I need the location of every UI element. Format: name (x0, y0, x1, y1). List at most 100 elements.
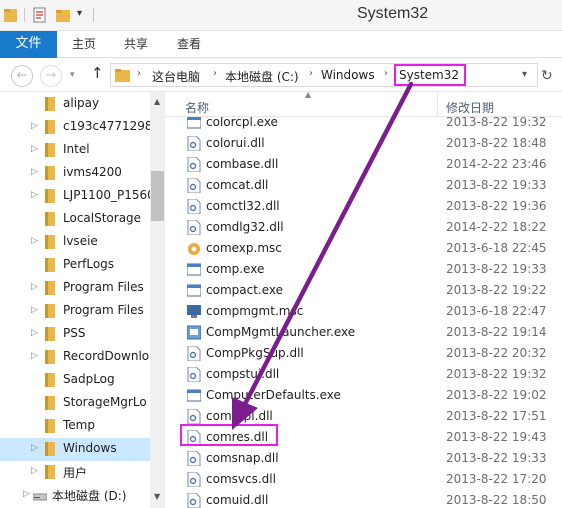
scroll-up-icon[interactable]: ▲ (154, 97, 160, 106)
refresh-icon[interactable]: ↻ (541, 68, 553, 84)
sidebar-item[interactable]: ▷ RecordDownlo (0, 346, 150, 369)
file-row[interactable]: CompPkgSup.dll 2013-8-22 20:32 (165, 343, 562, 364)
navigation-bar: ← → ▾ ↑ › 这台电脑 › 本地磁盘 (C:) › Windows › S… (0, 58, 562, 92)
up-arrow-icon[interactable]: ↑ (91, 64, 104, 82)
sidebar-item[interactable]: ▷ Program Files (0, 277, 150, 300)
folder-icon[interactable] (4, 7, 18, 23)
sidebar-item-label: PSS (63, 326, 86, 340)
drive-icon (33, 493, 47, 501)
tab-share[interactable]: 共享 (124, 31, 148, 58)
file-row[interactable]: comsnap.dll 2013-8-22 19:33 (165, 448, 562, 469)
exe-file-icon (187, 263, 201, 276)
breadcrumb-separator-icon[interactable]: › (384, 68, 388, 79)
breadcrumb-separator-icon[interactable]: › (213, 68, 217, 79)
file-row[interactable]: comsvcs.dll 2013-8-22 17:20 (165, 469, 562, 490)
expand-arrow-icon[interactable]: ▷ (31, 443, 38, 453)
folder-icon (45, 166, 55, 180)
file-row[interactable]: compmgmt.msc 2013-6-18 22:47 (165, 301, 562, 322)
sidebar-item-label: Intel (63, 142, 90, 156)
sidebar-item[interactable]: Temp (0, 415, 150, 438)
sidebar-item[interactable]: ▷ c193c4771298a (0, 116, 160, 139)
sidebar-scrollbar[interactable]: ▲ ▼ (150, 92, 165, 508)
forward-arrow-icon: → (45, 68, 57, 83)
expand-arrow-icon[interactable]: ▷ (31, 236, 38, 246)
file-row[interactable]: colorui.dll 2013-8-22 18:48 (165, 133, 562, 154)
breadcrumb-separator-icon[interactable]: › (309, 68, 313, 79)
file-name: colorcpl.exe (206, 115, 278, 129)
expand-arrow-icon[interactable]: ▷ (31, 144, 38, 154)
expand-arrow-icon[interactable]: ▷ (31, 282, 38, 292)
file-name: combase.dll (206, 157, 279, 171)
properties-icon[interactable] (33, 7, 47, 23)
back-button[interactable]: ← (11, 65, 33, 87)
file-row[interactable]: compstui.dll 2013-8-22 19:32 (165, 364, 562, 385)
sidebar-item[interactable]: LocalStorage (0, 208, 150, 231)
file-row[interactable]: combase.dll 2014-2-22 23:46 (165, 154, 562, 175)
scroll-down-icon[interactable]: ▼ (154, 492, 160, 501)
back-arrow-icon: ← (16, 68, 28, 83)
breadcrumb-this-pc[interactable]: 这台电脑 (152, 68, 200, 85)
sidebar-item-label: c193c4771298a (63, 119, 160, 133)
column-name[interactable]: 名称 (185, 99, 209, 116)
tab-file[interactable]: 文件 (0, 31, 57, 58)
file-date-modified: 2013-8-22 18:48 (446, 136, 547, 150)
forward-button[interactable]: → (40, 65, 62, 87)
sidebar-item[interactable]: ▷ LJP1100_P1560 (0, 185, 155, 208)
file-row[interactable]: ComputerDefaults.exe 2013-8-22 19:02 (165, 385, 562, 406)
sidebar-item[interactable]: ▷ lvseie (0, 231, 150, 254)
sidebar-item[interactable]: StorageMgrLo (0, 392, 150, 415)
dll-file-icon (187, 178, 201, 193)
file-row[interactable]: comuid.dll 2013-8-22 18:50 (165, 490, 562, 508)
expand-arrow-icon[interactable]: ▷ (31, 167, 38, 177)
sidebar-item[interactable]: PerfLogs (0, 254, 150, 277)
address-bar[interactable]: › 这台电脑 › 本地磁盘 (C:) › Windows › System32 … (110, 63, 538, 87)
sidebar-item-label: Temp (63, 418, 95, 432)
breadcrumb-drive-c[interactable]: 本地磁盘 (C:) (225, 68, 299, 85)
file-date-modified: 2013-8-22 17:51 (446, 409, 547, 423)
msc-file-icon (187, 305, 201, 318)
expand-arrow-icon[interactable]: ▷ (31, 121, 38, 131)
file-row[interactable]: comcat.dll 2013-8-22 19:33 (165, 175, 562, 196)
sort-ascending-icon: ▲ (305, 92, 312, 99)
sidebar-item[interactable]: ▷ ivms4200 (0, 162, 150, 185)
column-date-modified[interactable]: 修改日期 (446, 99, 494, 116)
sidebar-item[interactable]: ▷ Intel (0, 139, 150, 162)
customize-toolbar-icon[interactable]: ▾ (77, 8, 82, 19)
address-history-dropdown-icon[interactable]: ▾ (522, 69, 527, 80)
sidebar-item[interactable]: ▷ Program Files (0, 300, 150, 323)
file-row[interactable]: compact.exe 2013-8-22 19:22 (165, 280, 562, 301)
breadcrumb-separator-icon[interactable]: › (137, 68, 141, 79)
expand-arrow-icon[interactable]: ▷ (31, 466, 38, 476)
sidebar-item[interactable]: ▷ 本地磁盘 (D:) (0, 484, 150, 507)
tab-view[interactable]: 查看 (177, 31, 201, 58)
column-divider[interactable] (437, 94, 438, 116)
file-name: comrepl.dll (206, 409, 273, 423)
new-folder-icon[interactable] (56, 7, 71, 23)
expand-arrow-icon[interactable]: ▷ (23, 489, 30, 499)
navigation-pane: ▷ 本地磁盘 (D:) ▷ 用户 ▷ Windows Temp StorageMgrLo Sad… (0, 92, 165, 508)
tab-home[interactable]: 主页 (72, 31, 96, 58)
sidebar-item[interactable]: ▷ PSS (0, 323, 150, 346)
expand-arrow-icon[interactable]: ▷ (31, 328, 38, 338)
dll-file-icon (187, 472, 201, 487)
breadcrumb-windows[interactable]: Windows (321, 68, 375, 82)
file-date-modified: 2013-8-22 19:14 (446, 325, 547, 339)
sidebar-item[interactable]: SadpLog (0, 369, 150, 392)
expand-arrow-icon[interactable]: ▷ (31, 190, 38, 200)
sidebar-item-label: alipay (63, 96, 100, 110)
file-row[interactable]: CompMgmtLauncher.exe 2013-8-22 19:14 (165, 322, 562, 343)
file-row[interactable]: comdlg32.dll 2014-2-22 18:22 (165, 217, 562, 238)
sidebar-item[interactable]: ▷ Windows (0, 438, 150, 461)
annotation-highlight-box (394, 64, 466, 86)
folder-icon (45, 120, 55, 134)
expand-arrow-icon[interactable]: ▷ (31, 351, 38, 361)
recent-locations-icon[interactable]: ▾ (70, 70, 75, 80)
file-name: comuid.dll (206, 493, 269, 507)
file-row[interactable]: comp.exe 2013-8-22 19:33 (165, 259, 562, 280)
scrollbar-thumb[interactable] (151, 171, 164, 221)
expand-arrow-icon[interactable]: ▷ (31, 305, 38, 315)
file-row[interactable]: comctl32.dll 2013-8-22 19:36 (165, 196, 562, 217)
file-row[interactable]: comexp.msc 2013-6-18 22:45 (165, 238, 562, 259)
sidebar-item[interactable]: ▷ 用户 (0, 461, 150, 484)
sidebar-item[interactable]: alipay (0, 93, 150, 116)
